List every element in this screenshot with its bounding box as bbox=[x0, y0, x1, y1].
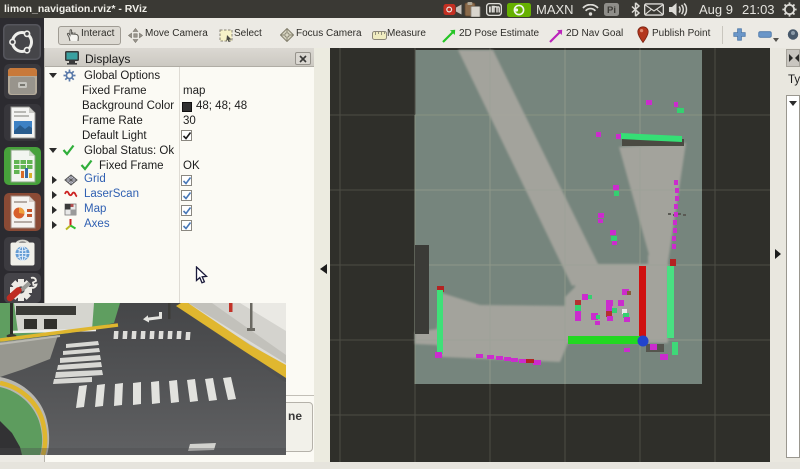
svg-text:Pi: Pi bbox=[607, 5, 616, 16]
